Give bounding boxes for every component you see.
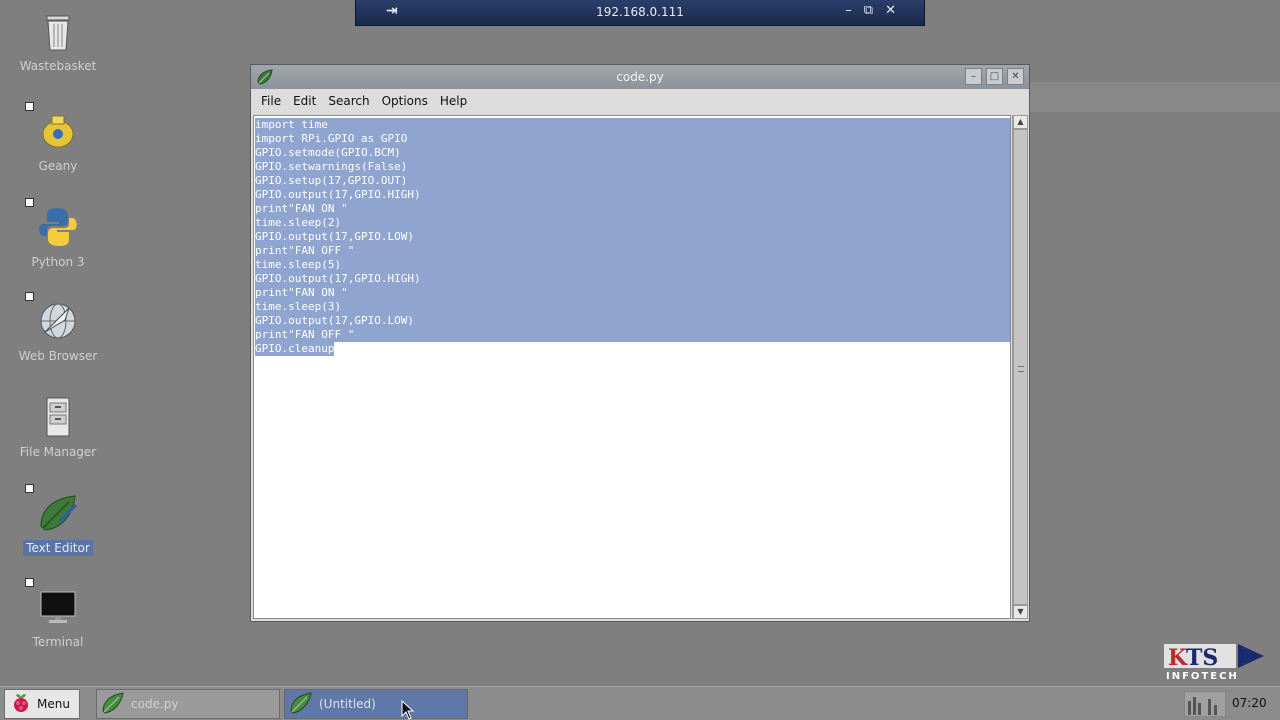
svg-text:TS: TS [1186,645,1218,671]
menu-search[interactable]: Search [322,94,375,108]
menu-edit[interactable]: Edit [287,94,322,108]
scroll-down-icon[interactable]: ▼ [1013,605,1028,619]
desktop-icon-label: Wastebasket [19,59,97,73]
code-line: GPIO.output(17,GPIO.HIGH) [255,272,1010,286]
scrollbar-thumb[interactable] [1013,129,1028,605]
menu-bar: File Edit Search Options Help [251,89,1029,113]
desktop-icon-geany[interactable]: Geany [8,102,108,174]
code-line: GPIO.output(17,GPIO.LOW) [255,230,1010,244]
code-line: time.sleep(2) [255,216,1010,230]
shortcut-mark-icon [25,292,34,301]
clock: 07:20 [1232,696,1267,710]
code-line: print"FAN OFF " [255,328,1010,342]
window-titlebar[interactable]: code.py – □ ✕ [251,65,1029,89]
taskbar-item-code-py[interactable]: code.py [96,689,280,719]
close-remote-icon[interactable]: ✕ [885,3,896,18]
taskbar-item-untitled[interactable]: (Untitled) [284,689,468,719]
taskbar: Menu code.py (Untitled) 07:20 [0,686,1280,720]
code-line: print"FAN ON " [255,202,1010,216]
maximize-icon[interactable]: □ [986,68,1003,85]
code-line: import time [255,118,1010,132]
desktop-icon-file-manager[interactable]: File Manager [8,394,108,460]
kts-infotech-logo: K TS INFOTECH [1160,638,1268,682]
menu-file[interactable]: File [255,94,287,108]
trash-icon [35,8,81,54]
code-line: print"FAN ON " [255,286,1010,300]
svg-text:INFOTECH: INFOTECH [1166,671,1239,682]
scroll-up-icon[interactable]: ▲ [1013,115,1028,129]
start-menu-label: Menu [37,697,70,711]
minimize-remote-icon[interactable]: – [845,3,852,18]
desktop-icon-label: Python 3 [31,255,85,269]
code-line: GPIO.cleanup [255,342,335,356]
monitor-icon [25,578,81,630]
python-icon [25,198,81,250]
desktop-icon-text-editor[interactable]: Text Editor [8,484,108,556]
minimize-icon[interactable]: – [965,68,982,85]
desktop-icon-label: Terminal [32,635,84,649]
menu-options[interactable]: Options [376,94,434,108]
code-line: print"FAN OFF " [255,244,1010,258]
code-line: import RPi.GPIO as GPIO [255,132,1010,146]
globe-icon [25,292,81,344]
geany-icon [25,102,81,154]
code-line: GPIO.setmode(GPIO.BCM) [255,146,1010,160]
shortcut-mark-icon [25,484,34,493]
menu-help[interactable]: Help [434,94,473,108]
remote-connection-bar: ⇥ 192.168.0.111 – ⧉ ✕ [355,0,925,26]
shortcut-mark-icon [25,578,34,587]
code-text-area[interactable]: import time import RPi.GPIO as GPIO GPIO… [253,115,1011,619]
code-line: GPIO.output(17,GPIO.HIGH) [255,188,1010,202]
code-line: GPIO.setwarnings(False) [255,160,1010,174]
window-title: code.py [616,70,664,84]
text-editor-icon [25,484,81,536]
code-line: GPIO.output(17,GPIO.LOW) [255,314,1010,328]
desktop-icon-label: File Manager [19,445,97,459]
desktop-icon-terminal[interactable]: Terminal [8,578,108,650]
text-editor-icon [101,691,125,718]
desktop-icon-web-browser[interactable]: Web Browser [8,292,108,364]
shortcut-mark-icon [25,102,34,111]
taskbar-item-label: (Untitled) [319,697,376,711]
text-editor-window: code.py – □ ✕ File Edit Search Options H… [250,64,1030,622]
network-monitor-icon[interactable] [1183,690,1227,718]
code-line: time.sleep(3) [255,300,1010,314]
desktop-icon-python3[interactable]: Python 3 [8,198,108,270]
close-icon[interactable]: ✕ [1007,68,1024,85]
svg-text:K: K [1168,645,1188,671]
remote-host-label: 192.168.0.111 [596,5,684,19]
desktop-icon-label: Web Browser [18,349,98,363]
desktop-icon-wastebasket[interactable]: Wastebasket [8,8,108,74]
mouse-cursor-icon [401,699,415,720]
shortcut-mark-icon [25,198,34,207]
code-line: GPIO.setup(17,GPIO.OUT) [255,174,1010,188]
text-editor-icon [289,691,313,718]
desktop-icon-label: Text Editor [23,540,93,556]
restore-remote-icon[interactable]: ⧉ [864,3,873,18]
code-line: time.sleep(5) [255,258,1010,272]
start-menu-button[interactable]: Menu [4,689,80,719]
raspberry-icon [11,692,31,717]
background-strip [1030,82,1280,112]
vertical-scrollbar[interactable]: ▲ ▼ [1012,115,1028,619]
taskbar-item-label: code.py [131,697,179,711]
file-cabinet-icon [35,394,81,440]
desktop-icon-label: Geany [38,159,78,173]
